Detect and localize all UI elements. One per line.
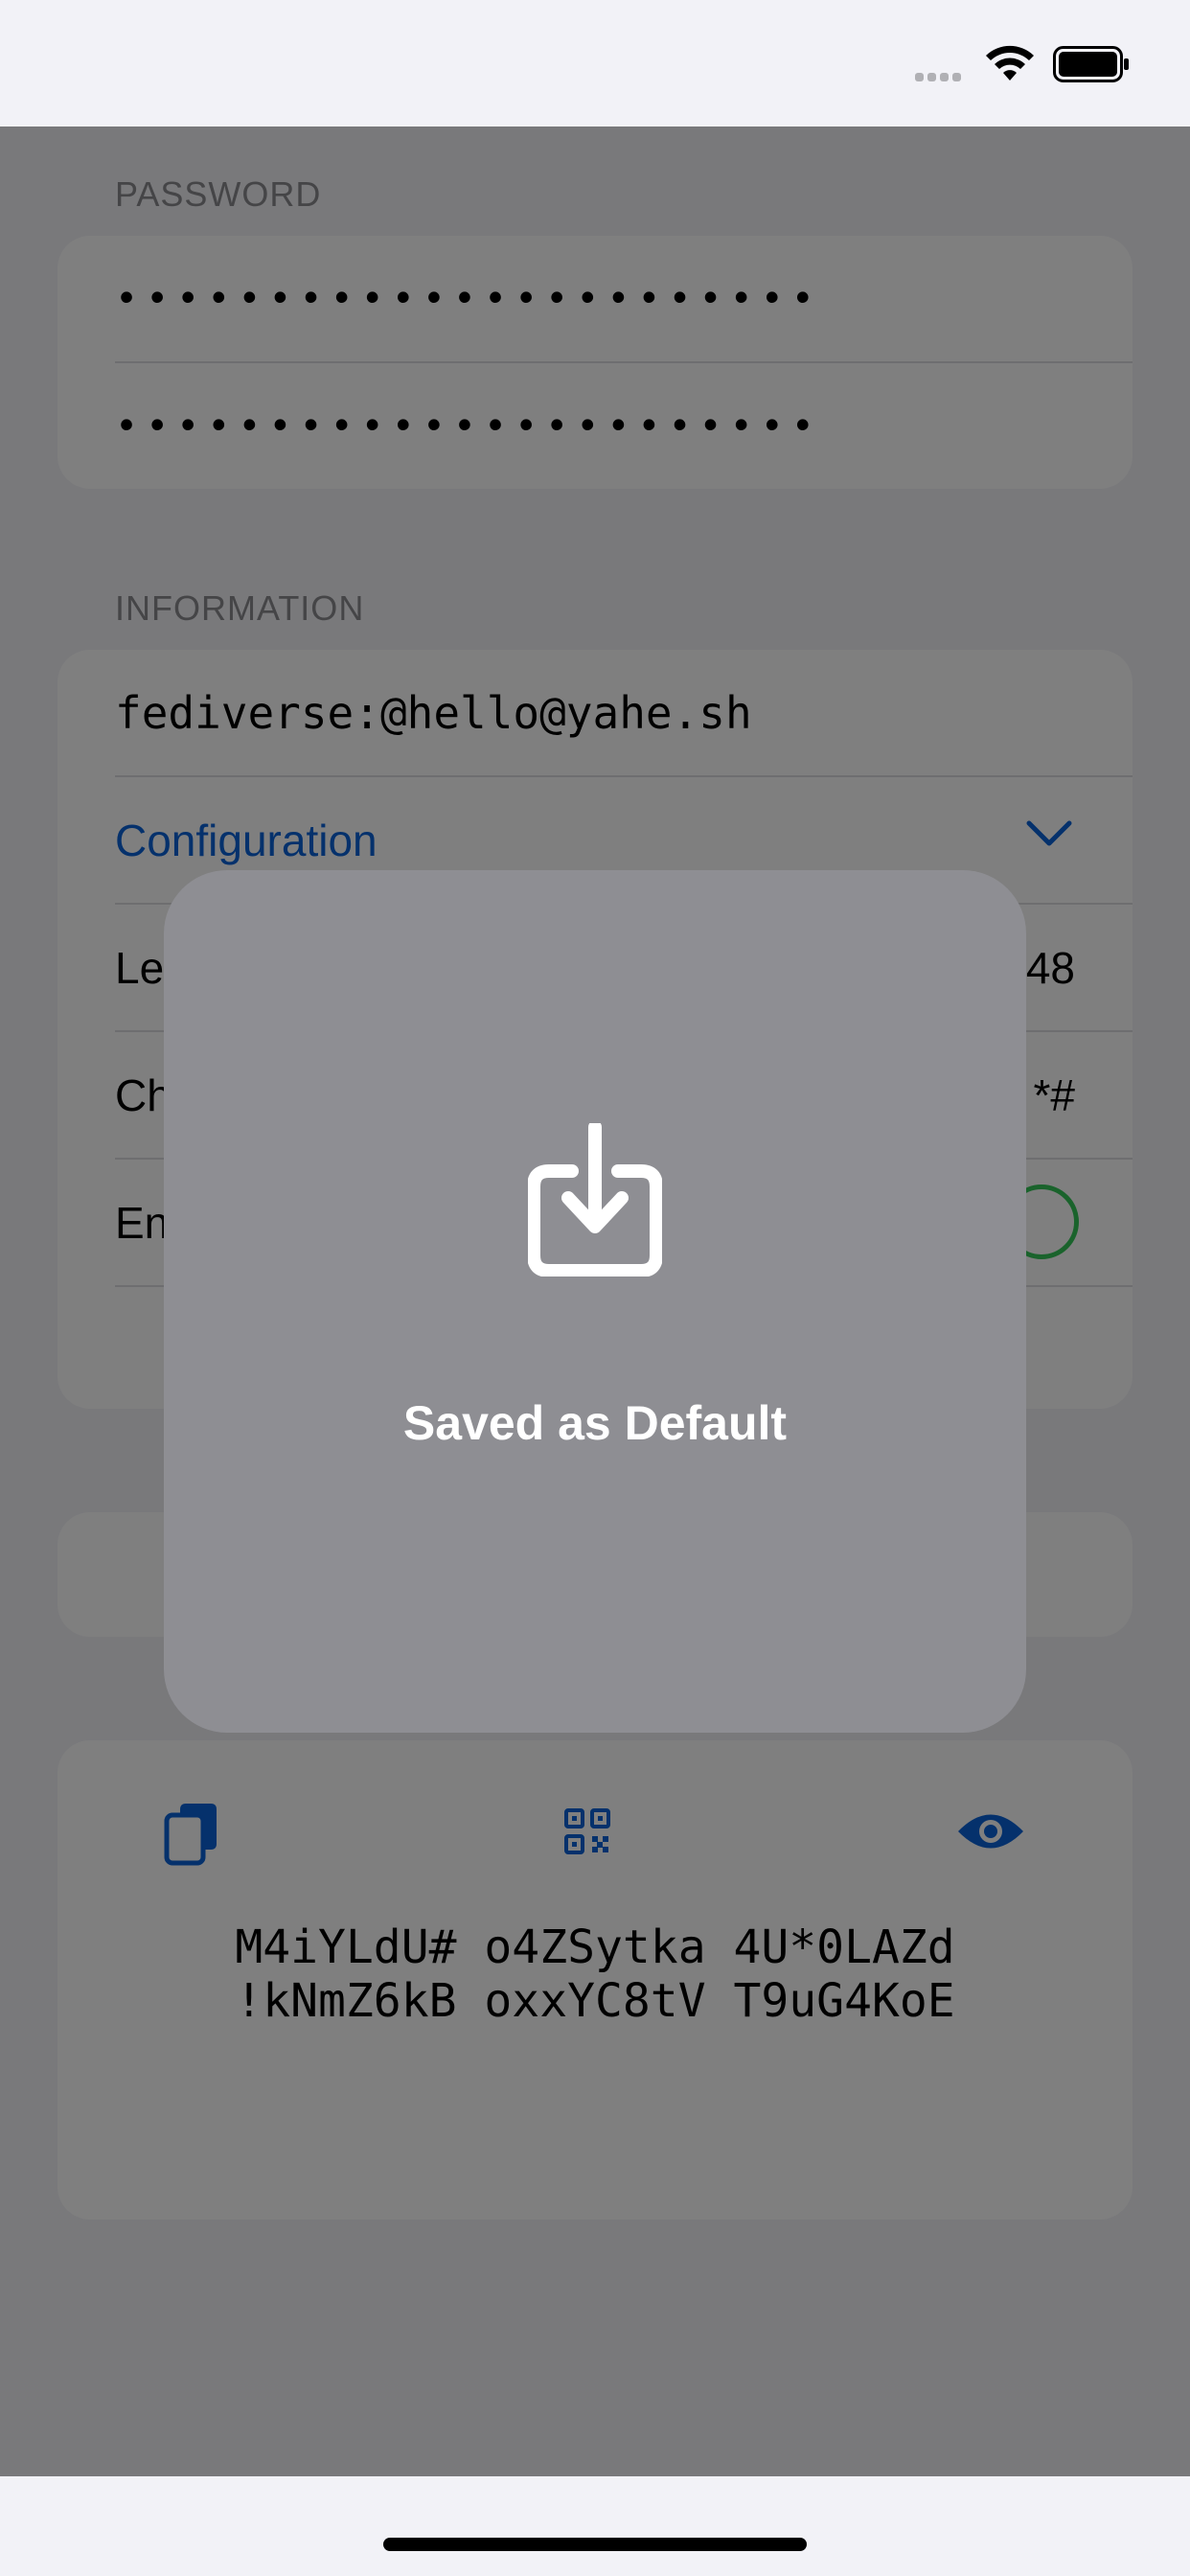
signal-dots-icon xyxy=(915,69,965,86)
wifi-icon xyxy=(984,42,1036,87)
home-indicator[interactable] xyxy=(383,2538,807,2551)
save-download-icon xyxy=(527,1120,663,1281)
status-bar xyxy=(0,0,1190,126)
saved-hud: Saved as Default xyxy=(164,870,1026,1733)
home-indicator-area xyxy=(0,2476,1190,2576)
hud-message: Saved as Default xyxy=(402,1396,788,1450)
battery-icon xyxy=(1053,46,1130,89)
